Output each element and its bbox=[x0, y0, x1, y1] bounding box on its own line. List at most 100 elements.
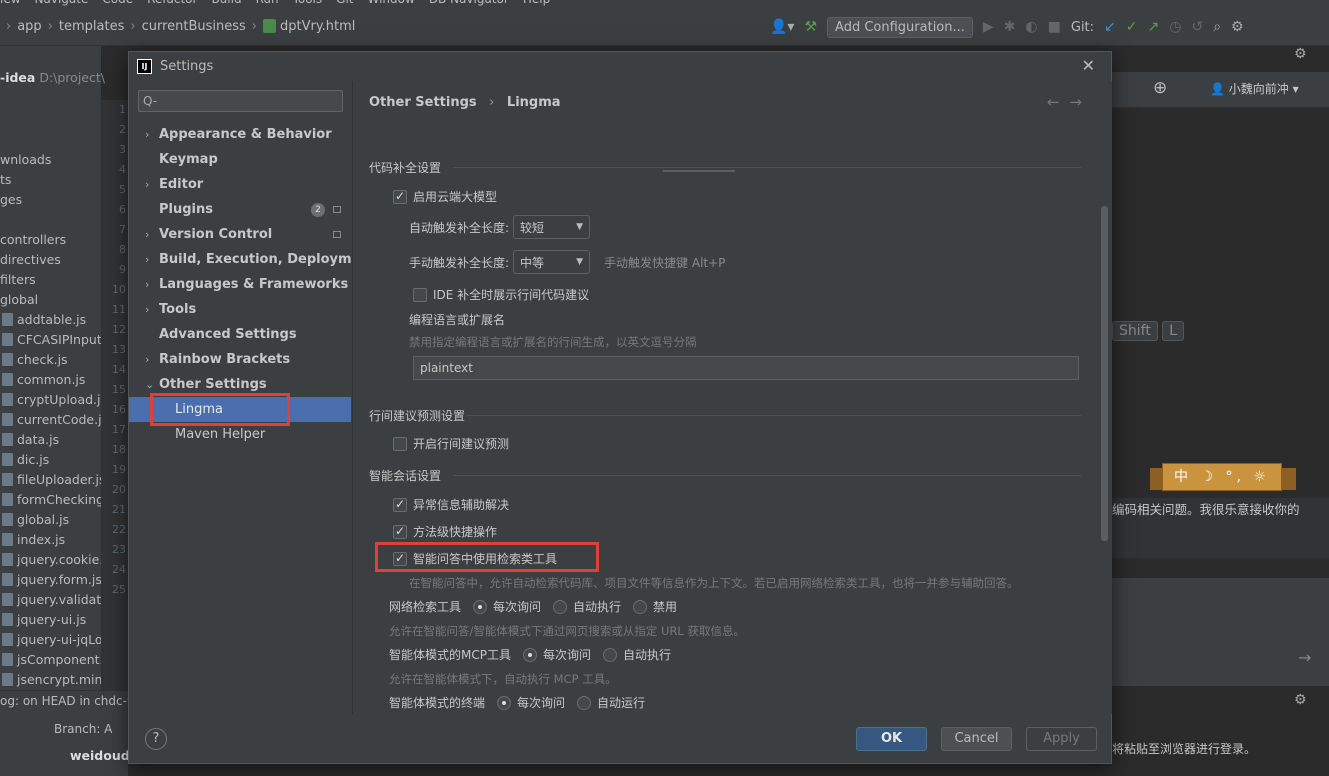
debug-icon[interactable]: ✱ bbox=[1004, 19, 1016, 35]
tree-item[interactable]: jsencrypt.min.js bbox=[0, 670, 101, 690]
ime-toolbar[interactable]: 中 ☽ °, ☼ bbox=[1162, 463, 1282, 491]
new-chat-icon[interactable]: ⊕ bbox=[1153, 78, 1167, 98]
tree-item[interactable]: data.js bbox=[0, 430, 101, 450]
branch-filter[interactable]: Branch: A bbox=[54, 722, 112, 736]
terminal-auto-radio[interactable] bbox=[577, 695, 592, 710]
git-update-icon[interactable]: ↙ bbox=[1104, 19, 1116, 35]
settings-nav-item[interactable]: › Editor bbox=[129, 172, 351, 197]
tree-item[interactable]: dic.js bbox=[0, 450, 101, 470]
tree-item[interactable]: ts bbox=[0, 170, 101, 190]
settings-nav-item[interactable]: Keymap bbox=[129, 147, 351, 172]
menu-item[interactable]: Window bbox=[367, 0, 414, 6]
chat-input[interactable] bbox=[1112, 578, 1329, 686]
project-root[interactable]: -idea D:\project\ bbox=[0, 70, 105, 85]
breadcrumb-parent[interactable]: Other Settings bbox=[369, 95, 477, 110]
tree-item[interactable]: check.js bbox=[0, 350, 101, 370]
web-search-auto-radio[interactable] bbox=[553, 599, 568, 614]
search-icon[interactable]: ⌕ bbox=[1213, 19, 1221, 35]
menu-item[interactable]: Navigate bbox=[35, 0, 89, 6]
breadcrumb-templates[interactable]: templates bbox=[59, 19, 124, 34]
settings-nav-item[interactable]: › Rainbow Brackets bbox=[129, 347, 351, 372]
gear-icon[interactable]: ⚙ bbox=[1294, 46, 1307, 62]
settings-nav-item[interactable]: › Languages & Frameworks bbox=[129, 272, 351, 297]
tree-item[interactable]: common.js bbox=[0, 370, 101, 390]
tree-item[interactable]: jquery.validate bbox=[0, 590, 101, 610]
help-icon[interactable]: ? bbox=[145, 728, 167, 750]
apply-button[interactable]: Apply bbox=[1026, 727, 1097, 751]
scrollbar[interactable] bbox=[1101, 206, 1108, 541]
manual-length-select[interactable]: 中等 ▼ bbox=[513, 250, 591, 274]
menu-item[interactable]: Refactor bbox=[147, 0, 197, 6]
menu-item[interactable]: Code bbox=[102, 0, 133, 6]
enable-cloud-model-checkbox[interactable]: 启用云端大模型 bbox=[393, 188, 497, 205]
menu-item[interactable]: Run bbox=[256, 0, 279, 6]
auto-length-select[interactable]: 较短 ▼ bbox=[513, 215, 591, 239]
menu-item[interactable]: DB Navigator bbox=[429, 0, 509, 6]
settings-nav-item[interactable]: Plugins 2 bbox=[129, 197, 351, 222]
ok-button[interactable]: OK bbox=[856, 727, 927, 751]
run-icon[interactable]: ▶ bbox=[983, 19, 994, 35]
tree-item[interactable] bbox=[0, 210, 101, 230]
tree-item[interactable]: index.js bbox=[0, 530, 101, 550]
settings-search-input[interactable]: Q- bbox=[138, 90, 343, 112]
settings-nav-item[interactable]: › Appearance & Behavior bbox=[129, 122, 351, 147]
breadcrumb-currentbusiness[interactable]: currentBusiness bbox=[142, 19, 246, 34]
tree-item[interactable]: directives bbox=[0, 250, 101, 270]
cancel-button[interactable]: Cancel bbox=[941, 727, 1012, 751]
terminal-ask-radio[interactable] bbox=[497, 695, 512, 710]
tree-item[interactable]: cryptUpload.js bbox=[0, 390, 101, 410]
settings-nav-item[interactable]: › Version Control bbox=[129, 222, 351, 247]
tree-item[interactable]: controllers bbox=[0, 230, 101, 250]
hammer-icon[interactable]: ⚒ bbox=[804, 19, 817, 35]
settings-nav-item[interactable]: › Build, Execution, Deployment bbox=[129, 247, 376, 272]
tree-item[interactable]: addtable.js bbox=[0, 310, 101, 330]
add-configuration-button[interactable]: Add Configuration... bbox=[827, 16, 973, 38]
menu-item[interactable]: Help bbox=[523, 0, 550, 6]
gear-icon[interactable]: ⚙ bbox=[1231, 19, 1244, 35]
breadcrumb-app[interactable]: app bbox=[17, 19, 41, 34]
menu-item[interactable]: Tools bbox=[293, 0, 323, 6]
tree-item[interactable]: wnloads bbox=[0, 150, 101, 170]
git-push-icon[interactable]: ↗ bbox=[1148, 19, 1160, 35]
menu-item[interactable]: iew bbox=[0, 0, 21, 6]
tree-item[interactable]: currentCode.js bbox=[0, 410, 101, 430]
web-search-disable-radio[interactable] bbox=[633, 599, 648, 614]
tree-item[interactable]: global bbox=[0, 290, 101, 310]
tree-item[interactable]: formChecking.j bbox=[0, 490, 101, 510]
lang-exclude-input[interactable]: plaintext bbox=[413, 356, 1079, 380]
method-shortcut-checkbox[interactable]: 方法级快捷操作 bbox=[393, 523, 497, 540]
tree-item[interactable]: jquery-ui-jqLoc bbox=[0, 630, 101, 650]
settings-nav-item[interactable]: Advanced Settings bbox=[129, 322, 351, 347]
tree-item[interactable]: jquery.form.js bbox=[0, 570, 101, 590]
rollback-icon[interactable]: ↺ bbox=[1191, 19, 1203, 35]
settings-nav-item[interactable]: Maven Helper bbox=[129, 422, 351, 447]
tree-item[interactable]: jquery-ui.js bbox=[0, 610, 101, 630]
exception-help-checkbox[interactable]: 异常信息辅助解决 bbox=[393, 496, 509, 513]
user-icon[interactable]: 👤▾ bbox=[770, 19, 794, 35]
send-icon[interactable]: → bbox=[1298, 648, 1311, 667]
mcp-ask-radio[interactable] bbox=[522, 647, 537, 662]
gear-icon[interactable]: ⚙ bbox=[1294, 692, 1307, 708]
history-icon[interactable]: ◷ bbox=[1169, 19, 1181, 35]
menu-item[interactable]: Git bbox=[336, 0, 353, 6]
settings-nav-item[interactable]: › Tools bbox=[129, 297, 351, 322]
tree-item[interactable]: jsComponent.js bbox=[0, 650, 101, 670]
tree-item[interactable]: jquery.cookie.j bbox=[0, 550, 101, 570]
tree-item[interactable]: ges bbox=[0, 190, 101, 210]
web-search-ask-radio[interactable] bbox=[473, 599, 488, 614]
mcp-auto-radio[interactable] bbox=[603, 647, 617, 662]
back-forward-arrows[interactable]: ←→ bbox=[1047, 93, 1092, 111]
tree-item[interactable]: filters bbox=[0, 270, 101, 290]
enable-inline-prediction-checkbox[interactable]: 开启行间建议预测 bbox=[393, 435, 509, 452]
close-icon[interactable]: ✕ bbox=[1082, 56, 1095, 75]
git-commit-icon[interactable]: ✓ bbox=[1126, 19, 1138, 35]
tree-item[interactable]: CFCASIPInput.r bbox=[0, 330, 101, 350]
tree-item[interactable]: global.js bbox=[0, 510, 101, 530]
user-menu[interactable]: 👤 小魏向前冲 ▾ bbox=[1210, 80, 1299, 97]
coverage-icon[interactable]: ◐ bbox=[1025, 19, 1037, 35]
menu-item[interactable]: Build bbox=[211, 0, 241, 6]
tree-item[interactable]: fileUploader.js bbox=[0, 470, 101, 490]
stop-icon[interactable]: ■ bbox=[1048, 19, 1061, 35]
ide-inline-suggest-checkbox[interactable]: IDE 补全时展示行间代码建议 bbox=[413, 286, 589, 303]
breadcrumb-file[interactable]: dptVry.html bbox=[280, 19, 355, 34]
